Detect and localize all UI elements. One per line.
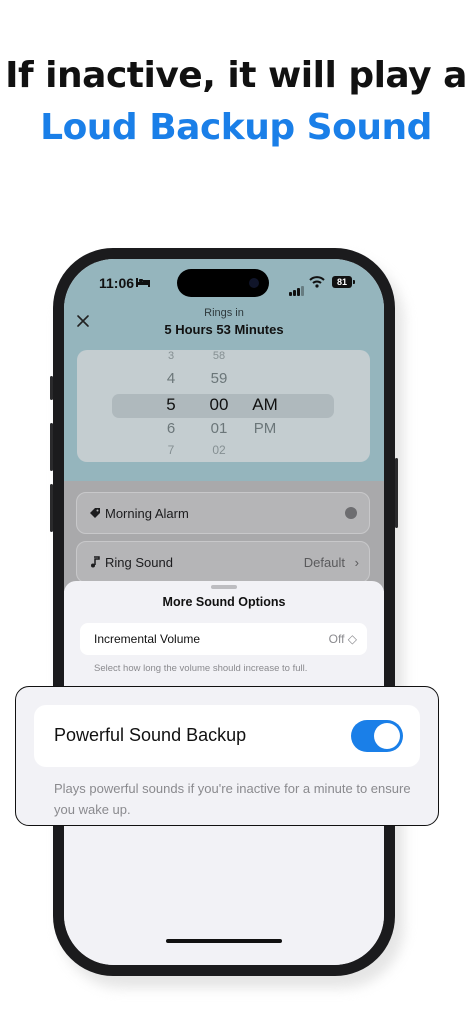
- minute-option[interactable]: 02: [199, 443, 239, 455]
- dynamic-island: [177, 269, 269, 297]
- wifi-icon: [309, 276, 325, 288]
- powerful-sound-backup-row[interactable]: Powerful Sound Backup: [34, 705, 420, 767]
- powerful-sound-backup-label: Powerful Sound Backup: [54, 725, 247, 745]
- power-button: [395, 458, 398, 528]
- period-option[interactable]: PM: [245, 420, 285, 437]
- headline-line-2: Loud Backup Sound: [40, 107, 432, 148]
- incremental-volume-value[interactable]: Off ◇: [329, 632, 357, 646]
- minute-option-selected[interactable]: 00: [199, 395, 239, 415]
- headline: If inactive, it will play a Loud Backup …: [0, 52, 472, 156]
- hour-option-selected[interactable]: 5: [151, 395, 191, 415]
- volume-up-button: [50, 423, 53, 471]
- ring-sound-value: Default: [303, 555, 345, 570]
- minute-option[interactable]: 01: [199, 420, 239, 437]
- hour-option[interactable]: 7: [151, 443, 191, 455]
- cellular-signal-icon: [289, 278, 305, 296]
- hour-option[interactable]: 3: [151, 350, 191, 362]
- camera-icon: [249, 278, 259, 288]
- toggle-knob: [374, 723, 400, 749]
- phone-screen: 11:06 81 Rings in 5 Hours 53 Minutes 3 4…: [64, 259, 384, 965]
- headline-line-1: If inactive, it will play a: [5, 55, 467, 96]
- incremental-volume-help: Select how long the volume should increa…: [94, 663, 308, 674]
- alarm-label-field[interactable]: Morning Alarm: [76, 492, 370, 534]
- time-picker[interactable]: 3 4 5 6 7 58 59 00 01 02 AM PM: [77, 350, 370, 462]
- rings-in-label: Rings in: [204, 307, 244, 319]
- chevron-right-icon: ›: [354, 555, 359, 570]
- ring-sound-label: Ring Sound: [105, 555, 173, 570]
- clear-icon[interactable]: [345, 507, 357, 519]
- battery-indicator: 81: [332, 276, 355, 288]
- sheet-grabber[interactable]: [211, 585, 237, 589]
- ring-sound-row[interactable]: Ring Sound Default ›: [76, 541, 370, 583]
- minute-option[interactable]: 59: [199, 370, 239, 387]
- incremental-volume-label: Incremental Volume: [94, 632, 201, 646]
- rings-in-value: 5 Hours 53 Minutes: [164, 322, 284, 337]
- music-note-icon: [91, 556, 100, 568]
- hour-option[interactable]: 6: [151, 420, 191, 437]
- status-time: 11:06: [99, 275, 135, 291]
- action-button: [50, 376, 53, 400]
- home-indicator[interactable]: [166, 939, 282, 943]
- volume-down-button: [50, 484, 53, 532]
- alarm-label-text[interactable]: Morning Alarm: [105, 506, 189, 521]
- minute-option[interactable]: 58: [199, 350, 239, 362]
- hour-option[interactable]: 4: [151, 370, 191, 387]
- powerful-sound-backup-description: Plays powerful sounds if you're inactive…: [54, 781, 411, 817]
- incremental-volume-row[interactable]: Incremental Volume Off ◇: [80, 623, 367, 655]
- powerful-sound-backup-toggle[interactable]: [351, 720, 403, 752]
- bed-icon: [136, 278, 150, 287]
- powerful-sound-backup-callout: Powerful Sound Backup Plays powerful sou…: [15, 686, 439, 826]
- tag-icon: [90, 508, 100, 518]
- sheet-title: More Sound Options: [162, 595, 286, 609]
- period-option-selected[interactable]: AM: [245, 395, 285, 415]
